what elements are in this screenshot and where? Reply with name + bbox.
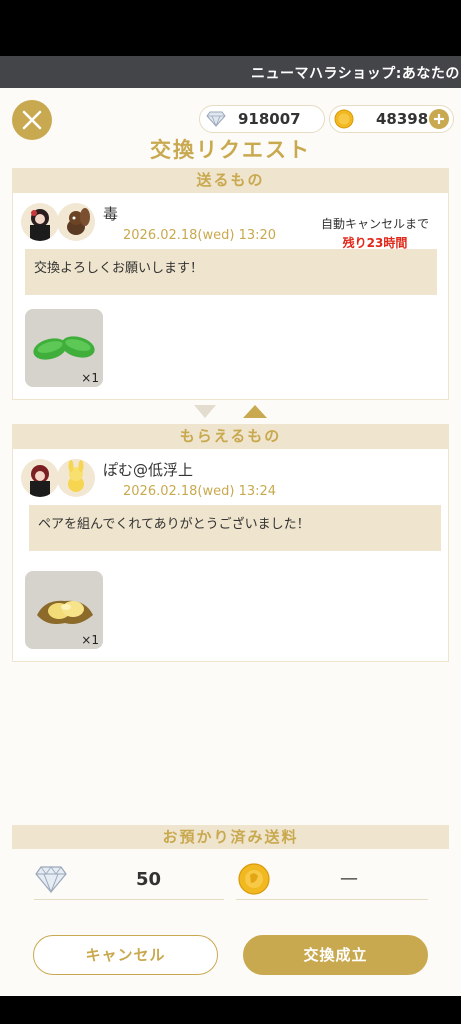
receiver-avatar[interactable] (21, 459, 59, 497)
pet-image (68, 460, 84, 492)
page-title: 交換リクエスト (150, 138, 311, 162)
divider (236, 898, 428, 900)
shop-marquee-bar: ニューマハラショップ:あなたの (0, 56, 461, 88)
close-icon (22, 110, 42, 130)
receive-card: ぽむ@低浮上 2026.02.18(wed) 13:24 ペアを組んでくれてあり… (12, 448, 449, 662)
up-arrow-icon (243, 405, 267, 418)
diamond-fee-amount: 50 (136, 869, 162, 890)
plus-icon (434, 114, 444, 124)
send-item-quantity: ×1 (81, 371, 99, 385)
send-section-header: 送るもの (12, 168, 449, 192)
receive-datetime: 2026.02.18(wed) 13:24 (123, 484, 277, 499)
send-card: 毒 2026.02.18(wed) 13:20 自動キャンセルまで 残り23時間… (12, 192, 449, 400)
coin-icon (238, 863, 270, 895)
cancel-button[interactable]: キャンセル (33, 935, 218, 975)
confirm-exchange-button[interactable]: 交換成立 (243, 935, 428, 975)
receiver-pet-avatar[interactable] (57, 459, 95, 497)
receive-section-header: もらえるもの (12, 424, 449, 448)
divider (34, 898, 224, 900)
coin-amount: 48398 (376, 110, 429, 128)
coin-icon (334, 109, 354, 129)
avatar-image (30, 465, 50, 497)
receive-item-quantity: ×1 (81, 633, 99, 647)
down-arrow-icon (194, 405, 216, 418)
receiver-username: ぽむ@低浮上 (103, 461, 194, 479)
pet-image (67, 208, 90, 235)
sender-username: 毒 (103, 205, 119, 223)
coin-balance: 48398 (329, 105, 454, 133)
diamond-balance: 918007 (199, 105, 325, 133)
auto-cancel-notice: 自動キャンセルまで 残り23時間 (311, 215, 439, 251)
add-coin-button[interactable] (429, 109, 449, 129)
send-item-slot[interactable]: ×1 (25, 309, 103, 387)
send-message: 交換よろしくお願いします！ (25, 249, 437, 295)
deposit-section-header: お預かり済み送料 (12, 825, 449, 849)
coin-fee-row: — (236, 862, 428, 900)
avatar-image (30, 209, 50, 241)
coin-fee-amount: — (340, 868, 358, 889)
receive-message: ペアを組んでくれてありがとうございました！ (29, 505, 441, 551)
sender-avatar[interactable] (21, 203, 59, 241)
diamond-fee-row: 50 (34, 862, 224, 900)
diamond-icon (35, 866, 67, 894)
send-datetime: 2026.02.18(wed) 13:20 (123, 228, 277, 243)
auto-cancel-label: 自動キャンセルまで (320, 217, 429, 231)
sender-pet-avatar[interactable] (57, 203, 95, 241)
diamond-amount: 918007 (238, 110, 301, 128)
diamond-icon (206, 111, 226, 128)
receive-item-slot[interactable]: ×1 (25, 571, 103, 649)
marquee-text: ニューマハラショップ:あなたの (251, 66, 460, 82)
